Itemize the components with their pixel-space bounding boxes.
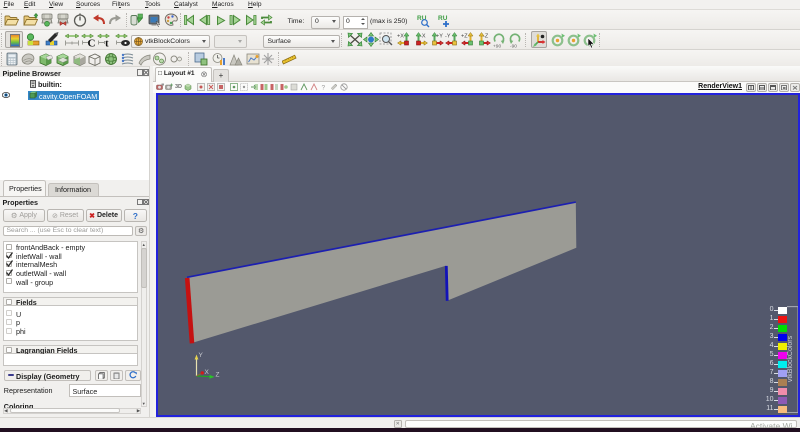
svg-text:-Y: -Y [445, 34, 451, 40]
svg-text:C: C [88, 37, 96, 48]
svg-text:-Z: -Z [483, 34, 489, 40]
svg-text:+90: +90 [493, 43, 501, 48]
svg-text:-X: -X [420, 34, 426, 40]
svg-text:RU: RU [438, 15, 448, 22]
svg-text:t: t [105, 37, 109, 48]
svg-text:Y: Y [198, 352, 203, 359]
svg-text:+Y: +Y [436, 34, 443, 40]
svg-text:+X: +X [397, 34, 404, 40]
svg-text:?: ? [322, 85, 326, 92]
svg-text:Z: Z [215, 371, 219, 378]
svg-text:+Z: +Z [461, 34, 468, 40]
svg-text:X: X [204, 369, 209, 376]
svg-text:-90: -90 [510, 43, 517, 48]
